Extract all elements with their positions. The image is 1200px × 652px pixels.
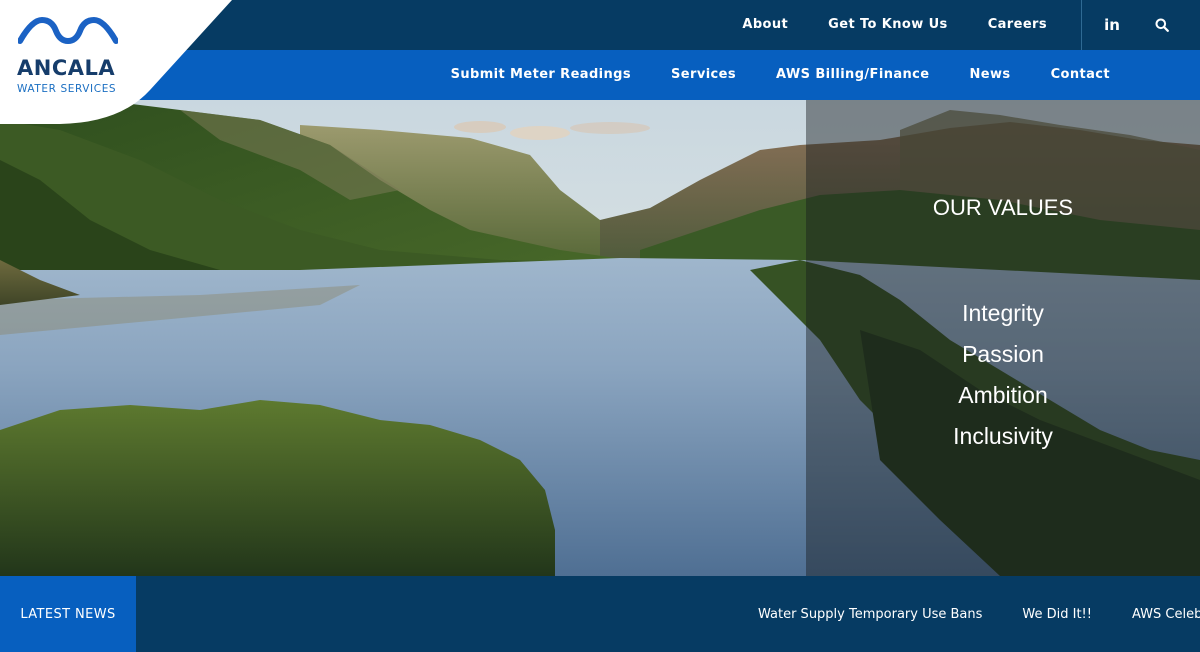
news-item[interactable]: We Did It!!: [1022, 607, 1092, 622]
nav-news[interactable]: News: [950, 50, 1031, 100]
search-button[interactable]: [1142, 0, 1182, 50]
value-ambition: Ambition: [958, 382, 1048, 408]
nav-aws-billing-finance[interactable]: AWS Billing/Finance: [756, 50, 950, 100]
search-icon: [1155, 18, 1169, 32]
top-nav-get-to-know-us[interactable]: Get To Know Us: [808, 0, 968, 50]
value-integrity: Integrity: [962, 300, 1044, 326]
news-item[interactable]: AWS Celebrates: [1132, 607, 1200, 622]
linkedin-icon: in: [1104, 16, 1120, 34]
logo-name: ANCALA: [17, 56, 116, 80]
news-bar: LATEST NEWS Water Supply Temporary Use B…: [0, 576, 1200, 652]
news-ticker: Water Supply Temporary Use Bans We Did I…: [758, 576, 1200, 652]
main-navigation: Submit Meter Readings Services AWS Billi…: [431, 50, 1130, 100]
linkedin-button[interactable]: in: [1082, 0, 1142, 50]
nav-contact[interactable]: Contact: [1031, 50, 1130, 100]
our-values-heading: OUR VALUES: [932, 195, 1074, 220]
nav-services[interactable]: Services: [651, 50, 756, 100]
news-item[interactable]: Water Supply Temporary Use Bans: [758, 607, 982, 622]
nav-submit-meter-readings[interactable]: Submit Meter Readings: [431, 50, 651, 100]
latest-news-label: LATEST NEWS: [0, 576, 136, 652]
top-navigation: About Get To Know Us Careers in: [722, 0, 1200, 50]
top-nav-careers[interactable]: Careers: [968, 0, 1067, 50]
value-inclusivity: Inclusivity: [953, 423, 1053, 449]
hero-banner: OUR VALUES Integrity Passion Ambition In…: [0, 100, 1200, 576]
value-passion: Passion: [962, 341, 1044, 367]
values-list: Integrity Passion Ambition Inclusivity: [806, 293, 1200, 457]
our-values-panel: OUR VALUES Integrity Passion Ambition In…: [806, 100, 1200, 576]
top-nav-about[interactable]: About: [722, 0, 808, 50]
logo-tagline: WATER SERVICES: [17, 83, 117, 95]
ancala-wave-icon: [18, 16, 118, 45]
